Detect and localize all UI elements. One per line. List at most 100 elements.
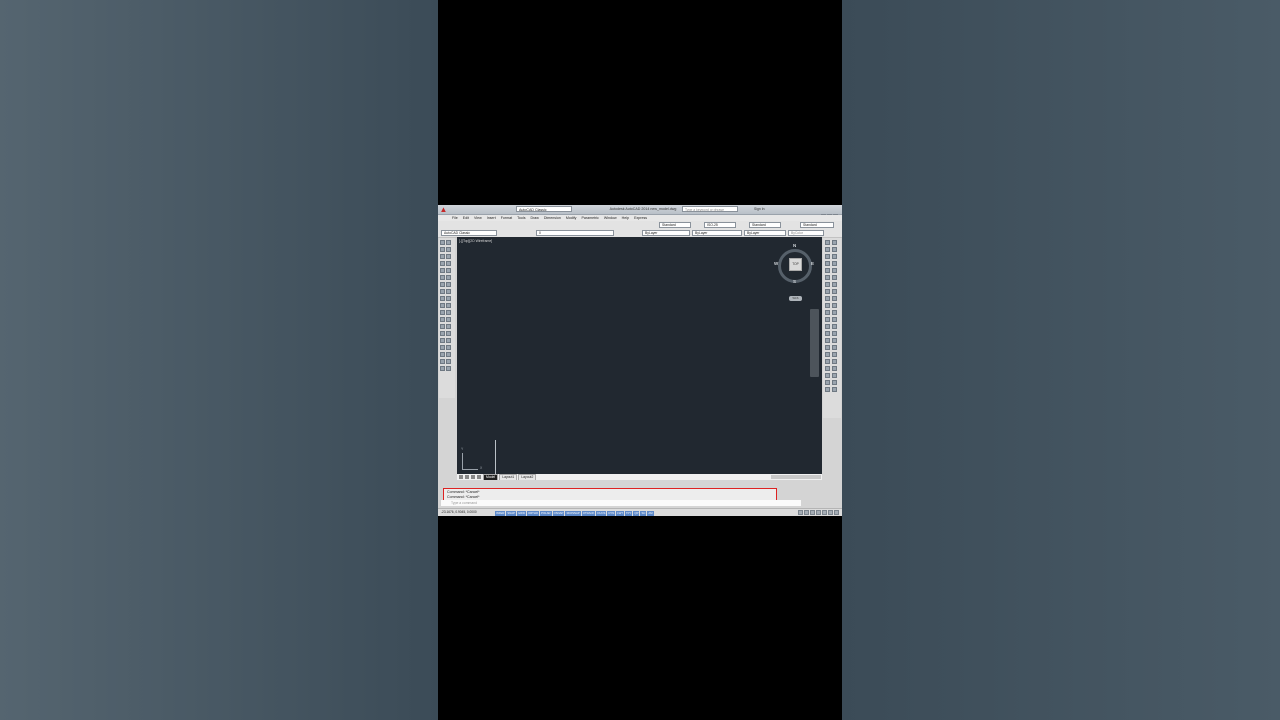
status-ortho[interactable]: ORTHO — [527, 511, 540, 516]
arc-icon[interactable] — [440, 275, 445, 280]
copy-icon[interactable] — [446, 247, 451, 252]
status-dyn[interactable]: DYN — [607, 511, 616, 516]
tab-prev-icon[interactable] — [465, 475, 469, 480]
workspace-dropdown[interactable]: AutoCAD Classic — [516, 206, 572, 212]
move-icon[interactable] — [825, 275, 830, 280]
line-icon[interactable] — [440, 240, 445, 245]
mtext-icon[interactable] — [440, 366, 445, 371]
command-input[interactable]: Type a command — [441, 500, 801, 506]
zoom-all-icon[interactable] — [825, 380, 830, 385]
circle-icon[interactable] — [440, 282, 445, 287]
move-icon[interactable] — [446, 240, 451, 245]
table-icon[interactable] — [440, 359, 445, 364]
zoom-in-icon[interactable] — [825, 366, 830, 371]
quick-view-layouts-icon[interactable] — [804, 510, 809, 515]
coordinate-display[interactable]: -23.1676, 0.9045, 0.0000 — [441, 509, 477, 516]
fillet-icon[interactable] — [446, 275, 451, 280]
tab-model[interactable]: Model — [482, 474, 499, 480]
point-icon[interactable] — [440, 331, 445, 336]
table-style-dropdown[interactable]: Standard — [749, 222, 781, 228]
dim-jogged-icon[interactable] — [832, 275, 837, 280]
join-icon[interactable] — [825, 331, 830, 336]
copy-object-icon[interactable] — [825, 247, 830, 252]
break-icon[interactable] — [446, 331, 451, 336]
sign-in-link[interactable]: Sign In — [754, 206, 778, 212]
viewcube-top[interactable]: TOP — [789, 258, 802, 271]
plotstyle-dropdown[interactable]: ByColor — [788, 230, 824, 236]
make-block-icon[interactable] — [440, 324, 445, 329]
rotate-icon[interactable] — [825, 282, 830, 287]
polygon-icon[interactable] — [440, 261, 445, 266]
tab-layout1[interactable]: Layout1 — [499, 474, 518, 480]
explode-icon[interactable] — [446, 324, 451, 329]
compass-south[interactable]: S — [793, 279, 796, 284]
status-ducs[interactable]: DUCS — [596, 511, 607, 516]
dim-break-icon[interactable] — [832, 324, 837, 329]
erase-icon[interactable] — [825, 240, 830, 245]
edit-polyline-icon[interactable] — [446, 366, 451, 371]
stretch-icon[interactable] — [446, 254, 451, 259]
gradient-icon[interactable] — [440, 345, 445, 350]
dim-radius-icon[interactable] — [832, 268, 837, 273]
array-icon[interactable] — [446, 296, 451, 301]
erase-icon[interactable] — [446, 345, 451, 350]
layer-dropdown[interactable]: 0 — [536, 230, 614, 236]
join-icon[interactable] — [446, 338, 451, 343]
compass-north[interactable]: N — [793, 243, 796, 248]
extend-icon[interactable] — [446, 289, 451, 294]
model-space-icon[interactable] — [798, 510, 803, 515]
lock-icon[interactable] — [828, 510, 833, 515]
compass-west[interactable]: W — [774, 261, 778, 266]
center-mark-icon[interactable] — [832, 338, 837, 343]
status-infer[interactable]: INFER — [495, 511, 506, 516]
explode-icon[interactable] — [825, 359, 830, 364]
annotation-scale-icon[interactable] — [816, 510, 821, 515]
autocad-logo-icon[interactable]: ▲ — [439, 205, 448, 214]
status-am[interactable]: AM — [647, 511, 654, 516]
zoom-out-icon[interactable] — [825, 373, 830, 378]
status-otrack[interactable]: OTRACK — [581, 511, 596, 516]
zoom-window-icon[interactable] — [832, 387, 837, 392]
quick-view-drawings-icon[interactable] — [810, 510, 815, 515]
trim-icon[interactable] — [446, 282, 451, 287]
clean-screen-icon[interactable] — [834, 510, 839, 515]
dim-update-icon[interactable] — [832, 373, 837, 378]
status-lwt[interactable]: LWT — [616, 511, 624, 516]
offset-icon[interactable] — [446, 310, 451, 315]
insert-block-icon[interactable] — [440, 317, 445, 322]
offset-icon[interactable] — [825, 261, 830, 266]
horizontal-scrollbar[interactable] — [771, 475, 821, 479]
dim-ordinate-icon[interactable] — [832, 261, 837, 266]
status-3dosnap[interactable]: 3DOSNAP — [565, 511, 581, 516]
rotate-icon[interactable] — [446, 261, 451, 266]
dim-continue-icon[interactable] — [832, 310, 837, 315]
region-icon[interactable] — [440, 352, 445, 357]
dim-edit-icon[interactable] — [832, 359, 837, 364]
rectangle-icon[interactable] — [440, 268, 445, 273]
blend-icon[interactable] — [825, 352, 830, 357]
tab-last-icon[interactable] — [477, 475, 481, 480]
drawing-viewport[interactable]: [-][Top][2D Wireframe] TOP N S E W WCS Y… — [457, 237, 822, 476]
scale-icon[interactable] — [446, 303, 451, 308]
tab-next-icon[interactable] — [471, 475, 475, 480]
status-polar[interactable]: POLAR — [540, 511, 552, 516]
dim-text-edit-icon[interactable] — [832, 366, 837, 371]
chamfer-icon[interactable] — [825, 338, 830, 343]
status-osnap[interactable]: OSNAP — [552, 511, 565, 516]
dim-style-icon[interactable] — [832, 380, 837, 385]
viewport-controls-label[interactable]: [-][Top][2D Wireframe] — [459, 239, 492, 243]
extend-icon[interactable] — [825, 310, 830, 315]
mleader-style-dropdown[interactable]: Standard — [800, 222, 834, 228]
ellipse-arc-icon[interactable] — [440, 310, 445, 315]
compass-east[interactable]: E — [811, 261, 814, 266]
dim-angular-icon[interactable] — [832, 289, 837, 294]
scale-icon[interactable] — [825, 289, 830, 294]
status-snap[interactable]: SNAP — [506, 511, 517, 516]
wcs-menu[interactable]: WCS — [789, 296, 802, 301]
quick-dim-icon[interactable] — [832, 296, 837, 301]
stretch-icon[interactable] — [825, 296, 830, 301]
jogged-linear-icon[interactable] — [832, 352, 837, 357]
fillet-icon[interactable] — [825, 345, 830, 350]
lengthen-icon[interactable] — [446, 352, 451, 357]
linetype-dropdown[interactable]: ByLayer — [692, 230, 742, 236]
